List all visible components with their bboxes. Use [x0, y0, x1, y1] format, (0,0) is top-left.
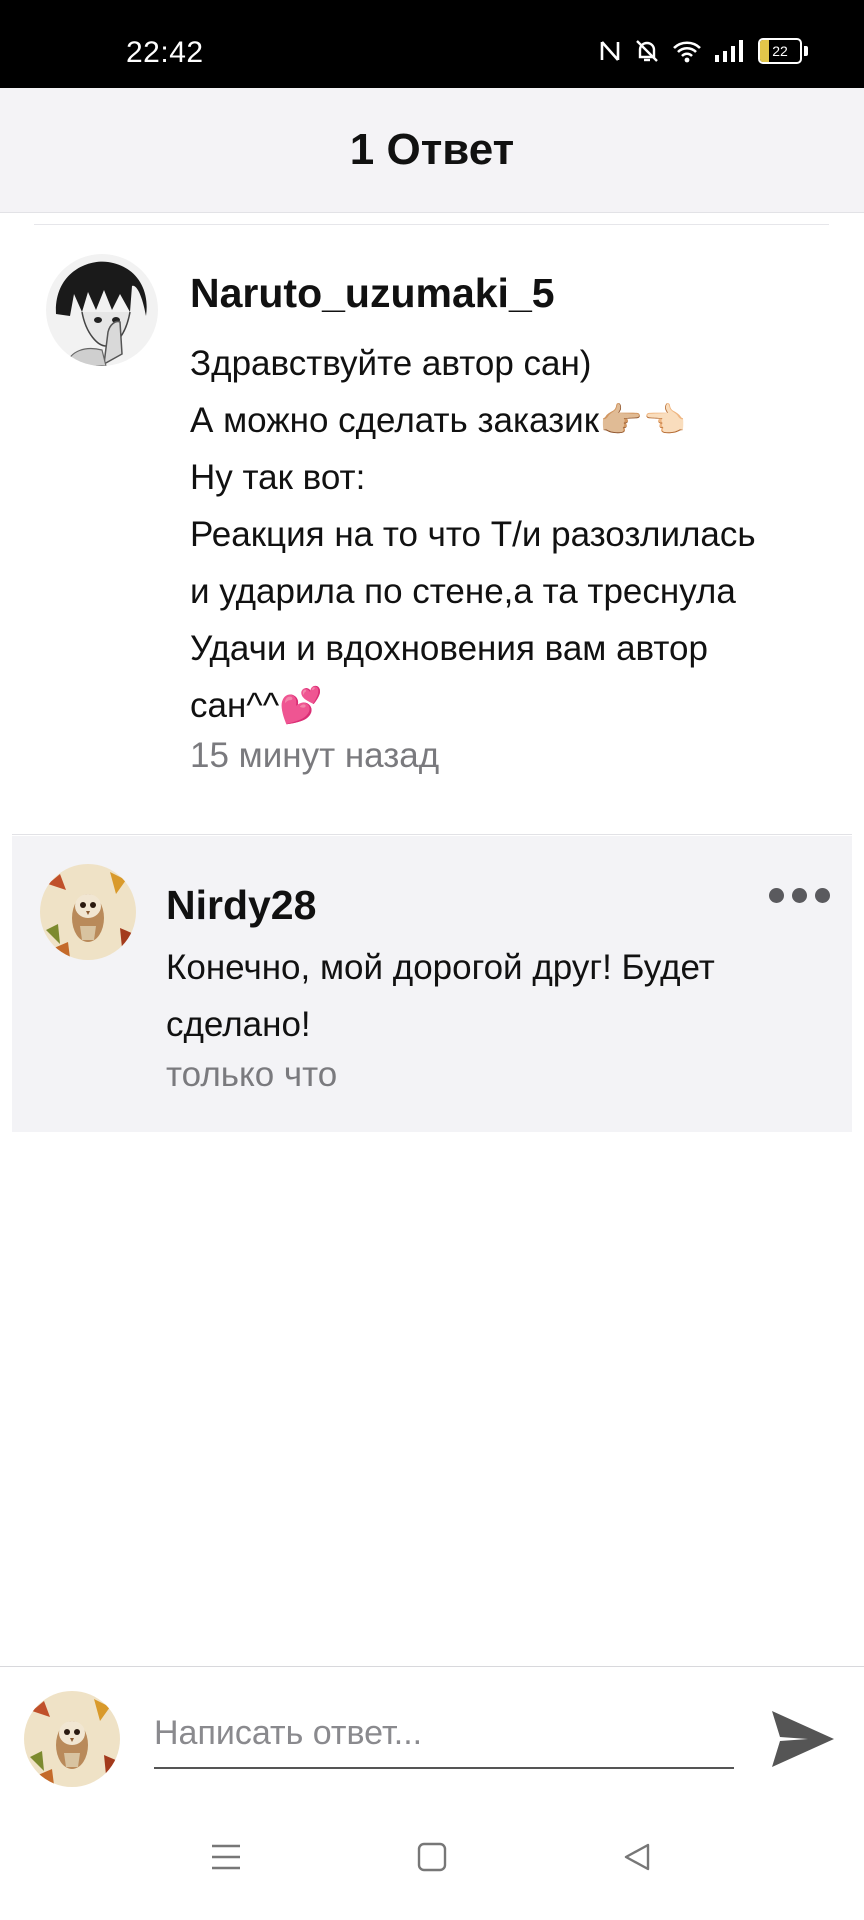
comment-timestamp: 15 минут назад — [190, 736, 440, 775]
nav-menu-button[interactable] — [210, 1842, 242, 1877]
send-icon — [772, 1711, 834, 1767]
comment-username[interactable]: Naruto_uzumaki_5 — [190, 270, 840, 317]
reply-line: сделано! — [166, 1005, 311, 1044]
reply-item: Nirdy28 Конечно, мой дорогой друг! Будет… — [12, 836, 852, 1132]
send-button[interactable] — [768, 1707, 838, 1771]
nfc-icon — [600, 41, 620, 61]
header-bar: 1 Ответ — [0, 88, 864, 213]
comment-line: А можно сделать заказик👉🏼👈🏻 — [190, 401, 687, 440]
system-nav-bar — [0, 1798, 864, 1920]
reply-timestamp: только что — [166, 1055, 338, 1094]
comment-line: Реакция на то что Т/и разозлилась — [190, 515, 756, 554]
comment-content: Naruto_uzumaki_5 Здравствуйте автор сан)… — [190, 270, 840, 776]
status-icons: 22 — [598, 38, 808, 64]
nav-home-button[interactable] — [417, 1842, 447, 1877]
nav-back-button[interactable] — [622, 1842, 652, 1877]
reply-text: Конечно, мой дорогой друг! Будет сделано… — [166, 939, 806, 1053]
divider — [34, 224, 829, 225]
menu-icon — [212, 1844, 240, 1870]
comment-line: Здравствуйте автор сан) — [190, 344, 592, 383]
more-dot — [769, 888, 784, 903]
reply-input[interactable] — [154, 1707, 734, 1769]
signal-icon — [715, 40, 743, 62]
comment-line: Удачи и вдохновения вам автор — [190, 629, 708, 668]
status-time: 22:42 — [126, 36, 204, 69]
mute-bell-icon — [636, 40, 658, 62]
reply-composer — [0, 1666, 864, 1799]
battery-level: 22 — [772, 43, 788, 59]
page-title: 1 Ответ — [349, 125, 515, 174]
more-dot — [815, 888, 830, 903]
more-dot — [792, 888, 807, 903]
reply-content: Nirdy28 Конечно, мой дорогой друг! Будет… — [166, 882, 806, 1095]
comment-text: Здравствуйте автор сан) А можно сделать … — [190, 335, 840, 734]
home-square-icon — [417, 1842, 447, 1872]
divider — [12, 834, 852, 835]
avatar-reply-author[interactable] — [40, 864, 136, 960]
avatar-current-user — [24, 1691, 120, 1787]
status-bar: 22:42 22 — [0, 0, 864, 88]
more-options-button[interactable] — [769, 888, 830, 903]
reply-username[interactable]: Nirdy28 — [166, 882, 806, 929]
battery-icon: 22 — [758, 38, 808, 64]
avatar-comment-author[interactable] — [46, 254, 158, 366]
wifi-icon — [673, 41, 701, 63]
back-triangle-icon — [624, 1843, 650, 1871]
comment-line: и ударила по стене,а та треснула — [190, 572, 736, 611]
comment-line: сан^^💕 — [190, 686, 323, 725]
comment-line: Ну так вот: — [190, 458, 366, 497]
reply-line: Конечно, мой дорогой друг! Будет — [166, 948, 715, 987]
